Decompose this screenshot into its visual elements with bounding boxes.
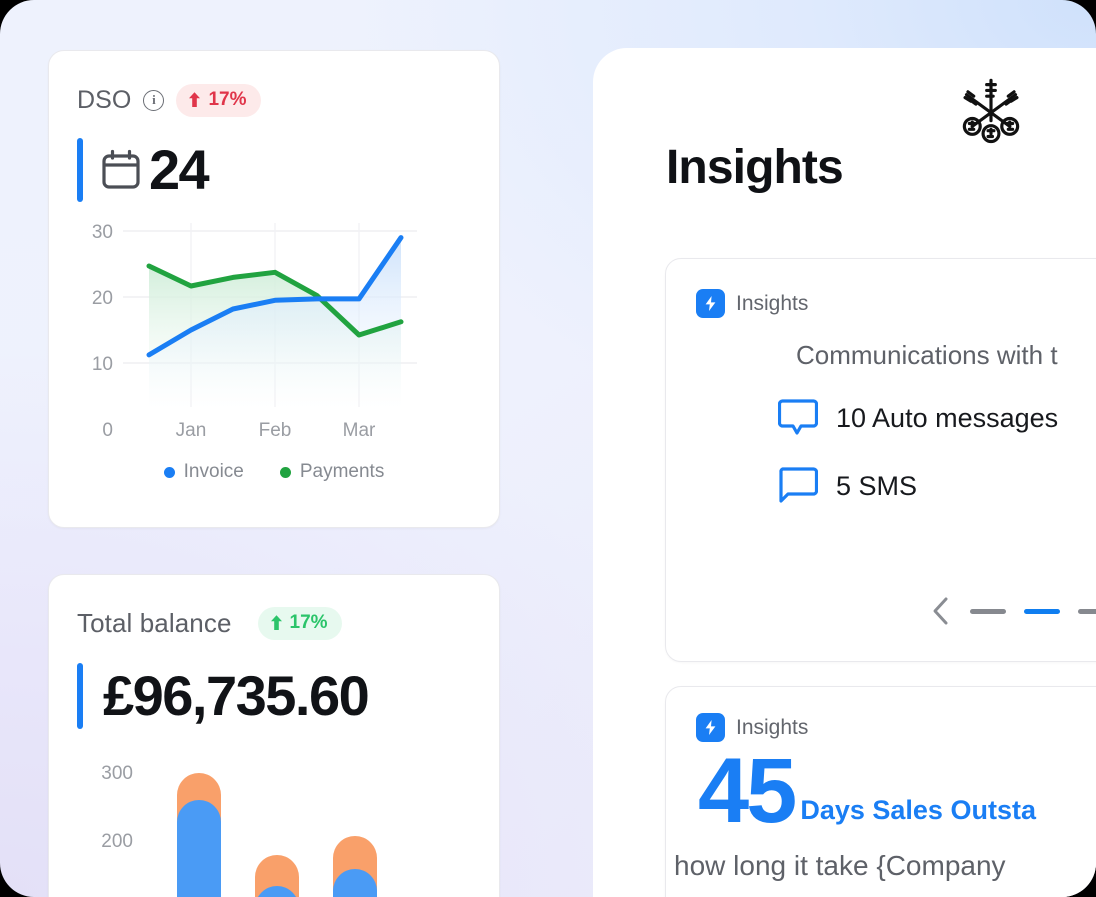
- bar-group-3[interactable]: [333, 836, 377, 897]
- bar-group-1[interactable]: [177, 773, 221, 897]
- svg-text:200: 200: [101, 831, 133, 852]
- balance-kpi-row: £96,735.60: [77, 663, 471, 729]
- insight-card-dso[interactable]: Insights 45 Days Sales Outsta how long i…: [665, 686, 1096, 897]
- dso-description: how long it take {Company: [674, 850, 1006, 882]
- dso-line-chart[interactable]: 30 20 10 0 Jan Feb Mar Invoice Payments: [77, 219, 471, 483]
- balance-bar-chart[interactable]: 300 200 100: [77, 751, 471, 897]
- legend-label-invoice: Invoice: [183, 461, 244, 482]
- insight-tag-label: Insights: [736, 291, 809, 315]
- message-bubble-icon: [778, 399, 818, 435]
- lightning-bolt-icon: [696, 713, 725, 742]
- svg-text:Mar: Mar: [343, 420, 376, 441]
- status-badge: 17%: [176, 83, 261, 117]
- lightning-bolt-icon: [696, 289, 725, 318]
- carousel-dot-2[interactable]: [1024, 608, 1060, 614]
- page-title: DSO: [77, 85, 132, 114]
- svg-text:20: 20: [92, 288, 113, 309]
- trend-value: 17%: [289, 611, 328, 633]
- accent-bar: [77, 138, 83, 202]
- legend-label-payments: Payments: [299, 461, 385, 482]
- legend-item-payments[interactable]: Payments: [279, 461, 385, 483]
- bar-chart-y-axis-labels: 300 200 100: [101, 763, 133, 852]
- chart-legend: Invoice Payments: [77, 461, 471, 483]
- bar-group-2[interactable]: [255, 855, 299, 897]
- chevron-left-icon[interactable]: [930, 595, 952, 627]
- dso-card-header: DSO i 17%: [77, 83, 471, 117]
- metrics-column: DSO i 17% 24 30 20 10 0 Jan Feb Mar Invo…: [48, 50, 500, 897]
- dso-card[interactable]: DSO i 17% 24 30 20 10 0 Jan Feb Mar Invo…: [48, 50, 500, 528]
- total-balance-card[interactable]: Total balance 17% £96,735.60 300 200: [48, 574, 500, 897]
- trend-value: 17%: [208, 88, 247, 110]
- insight-tag: Insights: [666, 687, 1096, 742]
- bar-blue-1: [177, 800, 221, 897]
- svg-text:Jan: Jan: [176, 420, 207, 441]
- dso-stat-row: 45 Days Sales Outsta: [698, 740, 1096, 842]
- dso-kpi-row: 24: [77, 137, 471, 203]
- ubs-keys-logo: [962, 78, 1020, 144]
- list-item-label: 10 Auto messages: [836, 402, 1059, 433]
- insight-tag: Insights: [666, 259, 1096, 318]
- list-item[interactable]: 10 Auto messages: [778, 397, 1096, 439]
- info-icon[interactable]: i: [143, 89, 165, 111]
- list-item-label: 5 SMS: [836, 470, 918, 501]
- svg-text:10: 10: [92, 354, 113, 375]
- chart-y-axis-labels: 30 20 10 0: [92, 222, 113, 441]
- chart-x-axis-labels: Jan Feb Mar: [176, 420, 376, 441]
- arrow-up-icon: [270, 615, 282, 630]
- list-item[interactable]: 5 SMS: [778, 465, 1096, 507]
- svg-text:Feb: Feb: [259, 420, 292, 441]
- balance-title: Total balance: [77, 607, 232, 638]
- insights-heading: Insights: [666, 141, 844, 194]
- arrow-up-icon: [189, 92, 201, 107]
- carousel-dot-3[interactable]: [1078, 608, 1096, 614]
- legend-dot-payments: [279, 466, 291, 478]
- balance-card-header: Total balance 17%: [77, 605, 471, 641]
- insights-panel: Insights Insights Communications with t …: [593, 48, 1096, 897]
- svg-text:0: 0: [102, 420, 113, 441]
- dso-big-label: Days Sales Outsta: [800, 795, 1036, 826]
- status-badge: 17%: [257, 606, 342, 640]
- carousel-controls[interactable]: [930, 595, 1096, 627]
- dso-value: 24: [149, 138, 210, 201]
- balance-value: £96,735.60: [103, 664, 370, 727]
- dso-big-number: 45: [698, 740, 797, 842]
- calendar-icon: [102, 149, 140, 189]
- insight-headline: Communications with t: [796, 340, 1058, 370]
- carousel-dot-1[interactable]: [970, 608, 1006, 614]
- legend-item-invoice[interactable]: Invoice: [163, 461, 244, 483]
- svg-text:300: 300: [101, 763, 133, 784]
- app-root: DSO i 17% 24 30 20 10 0 Jan Feb Mar Invo…: [0, 0, 1096, 897]
- accent-bar: [77, 663, 83, 729]
- insight-card-communications[interactable]: Insights Communications with t 10 Auto m…: [665, 258, 1096, 662]
- chat-bubble-icon: [779, 467, 818, 503]
- legend-dot-invoice: [163, 466, 175, 478]
- insight-tag-label: Insights: [736, 715, 809, 739]
- svg-text:30: 30: [92, 222, 113, 243]
